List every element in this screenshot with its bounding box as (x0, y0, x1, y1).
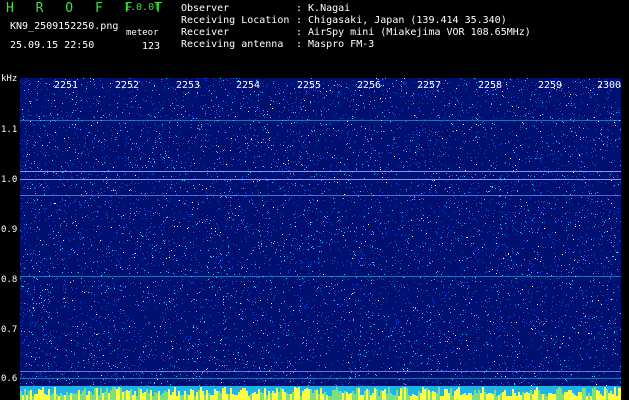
y-tick-1-0: 1.0 (1, 175, 18, 185)
location-value: : Chigasaki, Japan (139.414 35.340) (296, 15, 507, 26)
y-tick-0-6: 0.6 (1, 374, 18, 384)
x-tick-2255: 2255 (297, 80, 322, 91)
y-axis-unit: kHz (1, 74, 18, 84)
spectrogram-plot[interactable] (20, 78, 621, 400)
y-tick-0-8: 0.8 (1, 275, 18, 285)
y-tick-1-1: 1.1 (1, 125, 18, 135)
x-tick-2256: 2256 (357, 80, 382, 91)
mode-label: meteor (126, 28, 159, 38)
receiver-label: Receiver (181, 27, 230, 38)
y-tick-0-7: 0.7 (1, 325, 18, 335)
x-tick-2258: 2258 (478, 80, 503, 91)
spectrogram-noise (20, 78, 621, 400)
x-tick-2252: 2252 (115, 80, 140, 91)
observer-value: : K.Nagai (296, 3, 351, 14)
antenna-label: Receiving antenna (181, 39, 284, 50)
x-tick-2253: 2253 (176, 80, 201, 91)
file-name: KN9_2509152250.png (10, 21, 119, 32)
x-tick-2251: 2251 (54, 80, 79, 91)
receiver-value: : AirSpy mini (Miakejima VOR 108.65MHz) (296, 27, 531, 38)
x-tick-2259: 2259 (538, 80, 563, 91)
header-panel: H R O F F T 1.0.0f KN9_2509152250.png me… (0, 0, 629, 72)
x-tick-2300: 2300 (597, 80, 622, 91)
observer-label: Observer (181, 3, 230, 14)
location-label: Receiving Location (181, 15, 290, 26)
x-tick-2254: 2254 (236, 80, 261, 91)
x-tick-2257: 2257 (417, 80, 442, 91)
antenna-value: : Maspro FM-3 (296, 39, 375, 50)
date-time: 25.09.15 22:50 (10, 40, 95, 51)
detection-count: 123 (142, 41, 161, 52)
y-tick-0-9: 0.9 (1, 225, 18, 235)
app-version: 1.0.0f (124, 2, 161, 13)
